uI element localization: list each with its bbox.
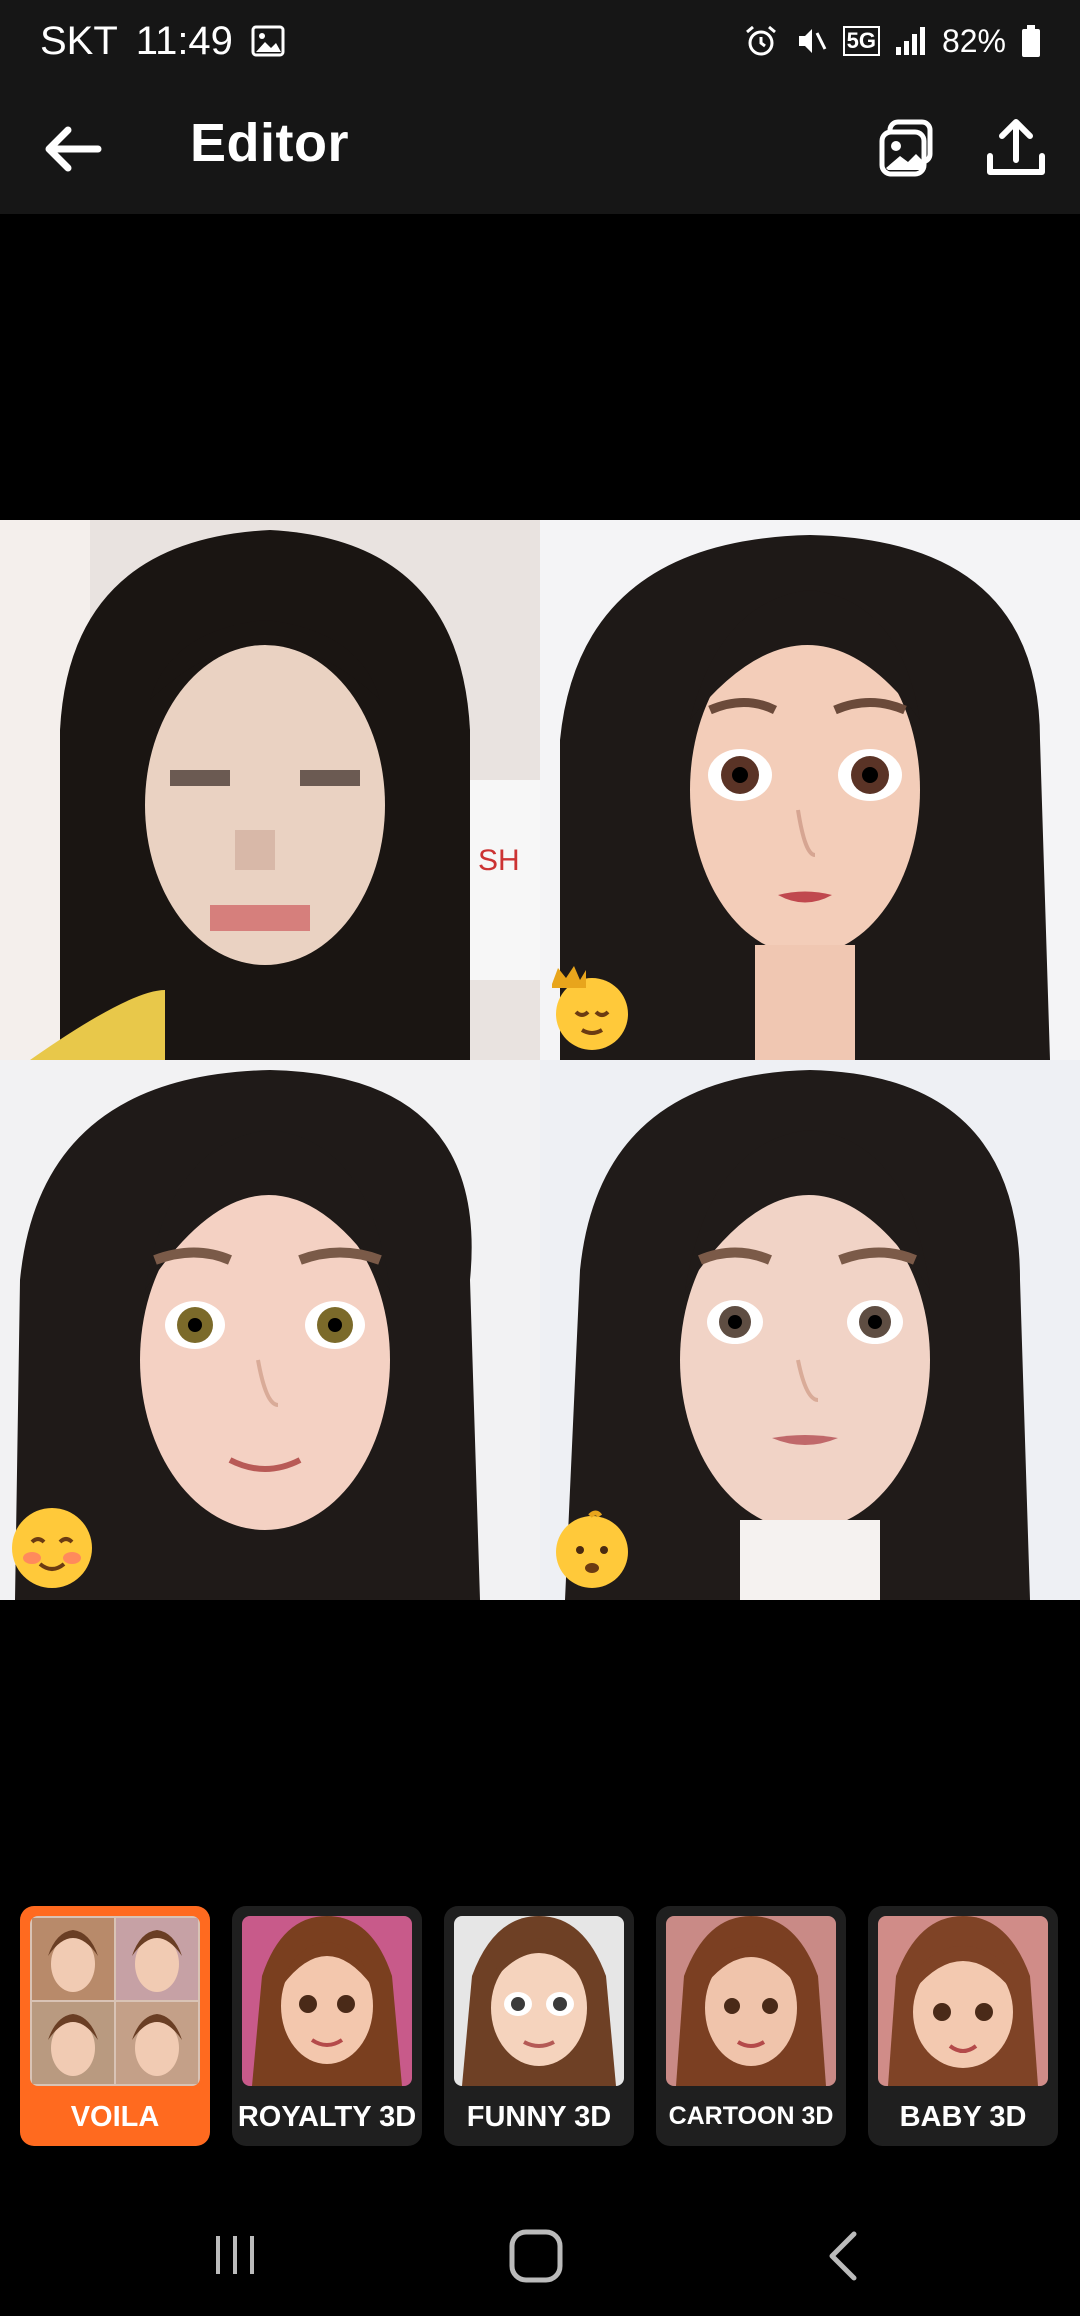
funny-3d-thumbnail-image — [454, 1916, 624, 2086]
baby-emoji-icon — [556, 1510, 628, 1588]
style-label-voila: VOILA — [70, 2101, 160, 2133]
crown-smile-emoji-icon — [552, 966, 628, 1050]
baby-3d-result[interactable] — [540, 1060, 1080, 1600]
results-grid: SH — [0, 520, 1080, 1600]
svg-text:SH: SH — [478, 844, 520, 877]
style-card-royalty-3d[interactable]: ROYALTY 3D — [232, 1906, 422, 2146]
funny-3d-result[interactable] — [0, 1060, 540, 1600]
voila-thumbnail-image — [30, 1916, 200, 2086]
style-card-voila[interactable]: VOILA — [20, 1906, 210, 2146]
baby-3d-thumbnail-image — [878, 1916, 1048, 2086]
clock: 11:49 — [135, 18, 233, 63]
royalty-3d-result[interactable] — [540, 520, 1080, 1060]
style-label-baby-3d: BABY 3D — [899, 2101, 1027, 2133]
funny-3d-thumbnail — [454, 1916, 624, 2086]
image-notification-icon — [251, 25, 285, 57]
system-nav-bar — [0, 2190, 1080, 2316]
cartoon-3d-thumbnail-image — [666, 1916, 836, 2086]
cartoon-3d-thumbnail — [666, 1916, 836, 2086]
original-photo[interactable]: SH — [0, 520, 540, 1060]
home-icon[interactable] — [506, 2226, 566, 2286]
royalty-3d-thumbnail — [242, 1916, 412, 2086]
style-label-cartoon-3d: CARTOON 3D — [668, 2102, 834, 2130]
style-card-cartoon-3d[interactable]: CARTOON 3D — [656, 1906, 846, 2146]
share-upload-icon[interactable] — [980, 112, 1052, 184]
battery-icon — [1022, 25, 1040, 57]
style-card-funny-3d[interactable]: FUNNY 3D — [444, 1906, 634, 2146]
style-label-funny-3d: FUNNY 3D — [466, 2101, 612, 2133]
gallery-icon[interactable] — [872, 112, 944, 184]
status-right: 5G 82% — [743, 23, 1042, 60]
network-type: 5G — [842, 26, 880, 56]
app-bar: Editor — [0, 82, 1080, 214]
royalty-3d-thumbnail-image — [242, 1916, 412, 2086]
battery-percent: 82% — [941, 22, 1006, 59]
baby-3d-thumbnail — [878, 1916, 1048, 2086]
status-left: SKT 11:49 — [40, 19, 285, 64]
status-bar: SKT 11:49 5G 82% — [0, 0, 1080, 82]
page-title: Editor — [190, 113, 349, 173]
recents-icon[interactable] — [210, 2230, 260, 2280]
alarm-icon — [745, 25, 776, 56]
carrier-label: SKT — [40, 18, 118, 63]
style-label-royalty-3d: ROYALTY 3D — [237, 2101, 417, 2133]
original-photo-image: SH — [0, 520, 540, 1060]
mute-icon — [798, 29, 826, 53]
smiling-blush-emoji-icon — [12, 1508, 92, 1588]
voila-thumbnail — [30, 1916, 200, 2086]
signal-icon — [895, 27, 925, 55]
back-arrow-icon[interactable] — [40, 116, 106, 182]
back-icon[interactable] — [818, 2228, 868, 2284]
style-selector: VOILA ROYALTY 3D FUNNY 3D CARTOON 3D BAB… — [20, 1906, 1058, 2146]
style-card-baby-3d[interactable]: BABY 3D — [868, 1906, 1058, 2146]
